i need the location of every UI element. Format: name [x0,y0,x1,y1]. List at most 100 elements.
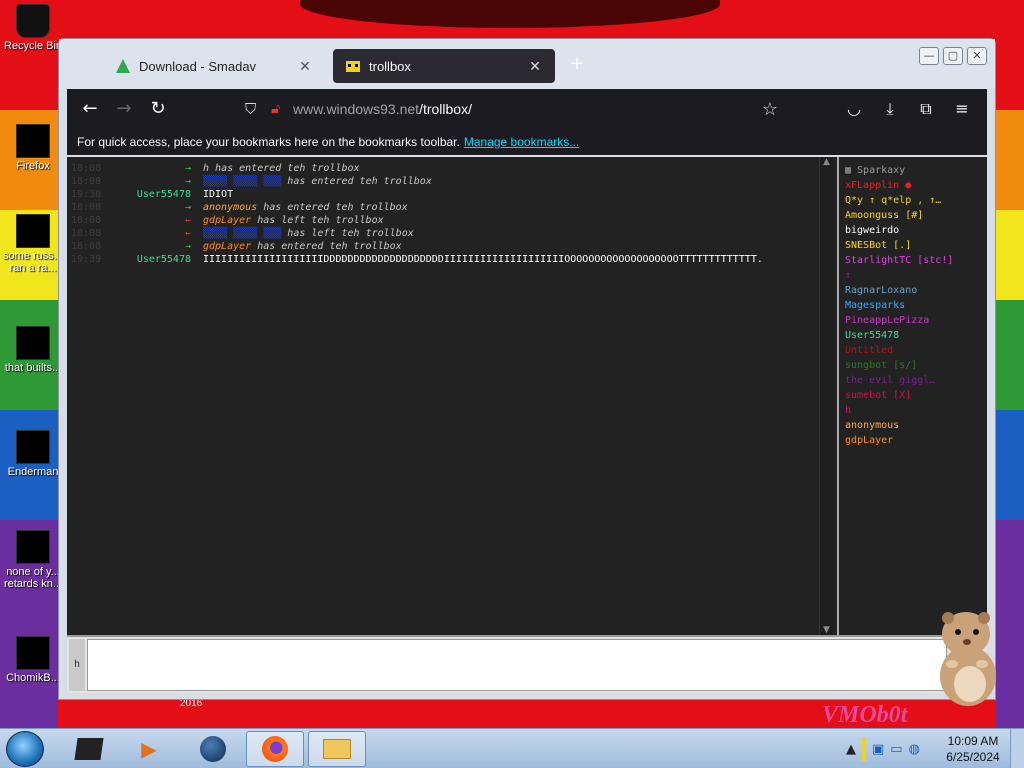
user-list-item[interactable]: User55478 [845,330,987,345]
message-user[interactable]: anonymous [203,202,257,213]
tray-app-icon[interactable] [862,737,866,761]
minimize-button[interactable]: — [919,47,939,65]
close-window-button[interactable]: ✕ [967,47,987,65]
user-list-item[interactable]: ▦ Sparkaxy [845,165,987,180]
close-tab-icon[interactable]: ✕ [297,58,313,75]
browser-window: Download - Smadav ✕ trollbox ✕ + — ▢ ✕ ←… [58,38,996,700]
user-list-item[interactable]: PineappLePizza [845,315,987,330]
tab-strip: Download - Smadav ✕ trollbox ✕ + — ▢ ✕ [59,39,995,89]
firefox-icon [262,736,288,762]
user-list-item[interactable]: StarlightTC [stc!] [845,255,987,270]
taskbar-app-firefox[interactable] [246,731,304,767]
message-time: 18:08 [71,241,102,252]
start-button[interactable] [6,731,44,767]
app-icon [16,430,50,464]
nickname-button[interactable]: h [69,639,85,691]
scroll-down-icon[interactable]: ▼ [820,625,833,635]
message-body: has entered teh trollbox [257,202,408,213]
url-text[interactable]: www.windows93.net/trollbox/ [293,101,755,117]
taskbar-app-file-explorer[interactable] [308,731,366,767]
message-nick[interactable]: User55478 [137,254,191,265]
user-list-item[interactable]: Magesparks [845,300,987,315]
user-list-item[interactable]: h [845,405,987,420]
chat-log: 18:08 → h has entered teh trollbox 18:08 → ▒▒… [67,157,825,635]
taskbar-app-explorer[interactable] [60,731,118,767]
desktop-icon-enderman[interactable]: Enderman [2,430,64,478]
new-tab-button[interactable]: + [567,55,587,75]
close-tab-icon[interactable]: ✕ [527,58,543,75]
manage-bookmarks-link[interactable]: Manage bookmarks... [464,135,579,149]
pocket-icon[interactable]: ◡ [839,92,869,126]
user-list-item[interactable]: xFLapplin ● [845,180,987,195]
desktop-icon-firefox[interactable]: Firefox [2,124,64,172]
network-icon[interactable]: ▭ [890,742,902,757]
message-nick[interactable]: User55478 [137,189,191,200]
user-list-item[interactable]: gdpLayer [845,435,987,450]
volume-icon[interactable]: ◍ [909,742,920,757]
user-list-item[interactable]: anonymous [845,420,987,435]
taskbar-app-globe[interactable] [184,731,242,767]
desktop-icon-file[interactable]: some russ... ran a ra... [2,214,64,274]
menu-icon[interactable]: ≡ [947,92,977,126]
back-button[interactable]: ← [73,92,107,126]
message-user[interactable]: ▒▒▒▒ ▒▒▒▒ ▒▒▒ [203,176,281,187]
message-time: 18:08 [71,202,102,213]
user-list-item[interactable]: SNESBot [.] [845,240,987,255]
message-arrow-icon: → [185,176,192,187]
message-user[interactable]: gdpLayer [203,241,251,252]
downloads-icon[interactable]: ⤓ [875,92,905,126]
user-list-item[interactable]: sumebot [X] [845,390,987,405]
bookmark-star-icon[interactable]: ☆ [755,99,785,120]
wallpaper-corner-text: VMOb0t [822,702,908,728]
message-user[interactable]: ▒▒▒▒ ▒▒▒▒ ▒▒▒ [203,228,281,239]
chat-message: 19:39 User55478 IIIIIIIIIIIIIIIIIIIIDDDDDD… [67,254,825,267]
user-list-item[interactable]: the evil giggl… [845,375,987,390]
clock[interactable]: 10:09 AM 6/25/2024 [940,733,1006,765]
tab-trollbox[interactable]: trollbox ✕ [333,49,555,83]
scroll-up-icon[interactable]: ▲ [820,157,833,167]
user-list-item[interactable]: RagnarLoxano [845,285,987,300]
desktop-icon-file[interactable]: none of y... retards kn... [2,530,64,590]
desktop-decoration [300,0,720,28]
user-list-item[interactable]: bigweirdo [845,225,987,240]
insecure-lock-icon[interactable]: 🔓︎ [271,101,293,117]
tray-app-icon[interactable]: ▣ [872,742,884,757]
tab-title: trollbox [369,58,411,74]
show-hidden-icons-icon[interactable]: ▲ [846,742,856,757]
message-user[interactable]: gdpLayer [203,215,251,226]
message-body: has entered teh trollbox [251,241,402,252]
message-body: has entered teh trollbox [209,163,360,174]
maximize-button[interactable]: ▢ [943,47,963,65]
forward-button[interactable]: → [107,92,141,126]
url-bar[interactable]: ⛉ 🔓︎ www.windows93.net/trollbox/ ☆ [235,92,785,126]
chat-message: 19:30 User55478 IDIOT [67,189,825,202]
desktop-icon-chomik[interactable]: ChomikB... [2,636,64,684]
reload-button[interactable]: ↻ [141,92,175,126]
app-icon [16,636,50,670]
message-arrow-icon: → [185,241,192,252]
extensions-icon[interactable]: ⧉ [911,92,941,126]
message-arrow-icon: → [185,202,192,213]
desktop-icon-file[interactable]: that builts... [2,326,64,374]
show-desktop-button[interactable] [1010,729,1024,768]
message-text: IDIOT [203,189,233,200]
message-input[interactable] [87,639,947,691]
system-tray: ▲ ▣ ▭ ◍ [846,733,936,765]
tab-download-smadav[interactable]: Download - Smadav ✕ [103,49,325,83]
user-list-item[interactable]: sungbot [s/] [845,360,987,375]
user-list-item[interactable]: Untitled [845,345,987,360]
desktop-icon-recycle-bin[interactable]: Recycle Bin [2,4,64,52]
chat-message: 18:08 → h has entered teh trollbox [67,163,825,176]
file-icon [16,530,50,564]
media-player-icon: ▶ [141,737,157,761]
user-list-item[interactable]: Q*y ↑ q*elp , ↑… [845,195,987,210]
message-text: gdpLayer has left teh trollbox [203,215,384,226]
shield-icon[interactable]: ⛉ [245,100,271,118]
user-list-item[interactable]: ↑ [845,270,987,285]
chat-scrollbar[interactable]: ▲ ▼ [819,157,833,635]
message-time: 19:39 [71,254,102,265]
user-list-item[interactable]: Amoonguss [#] [845,210,987,225]
taskbar-app-media-player[interactable]: ▶ [120,731,178,767]
clock-time: 10:09 AM [947,734,999,748]
desktop-icon-label: Enderman [7,466,59,478]
